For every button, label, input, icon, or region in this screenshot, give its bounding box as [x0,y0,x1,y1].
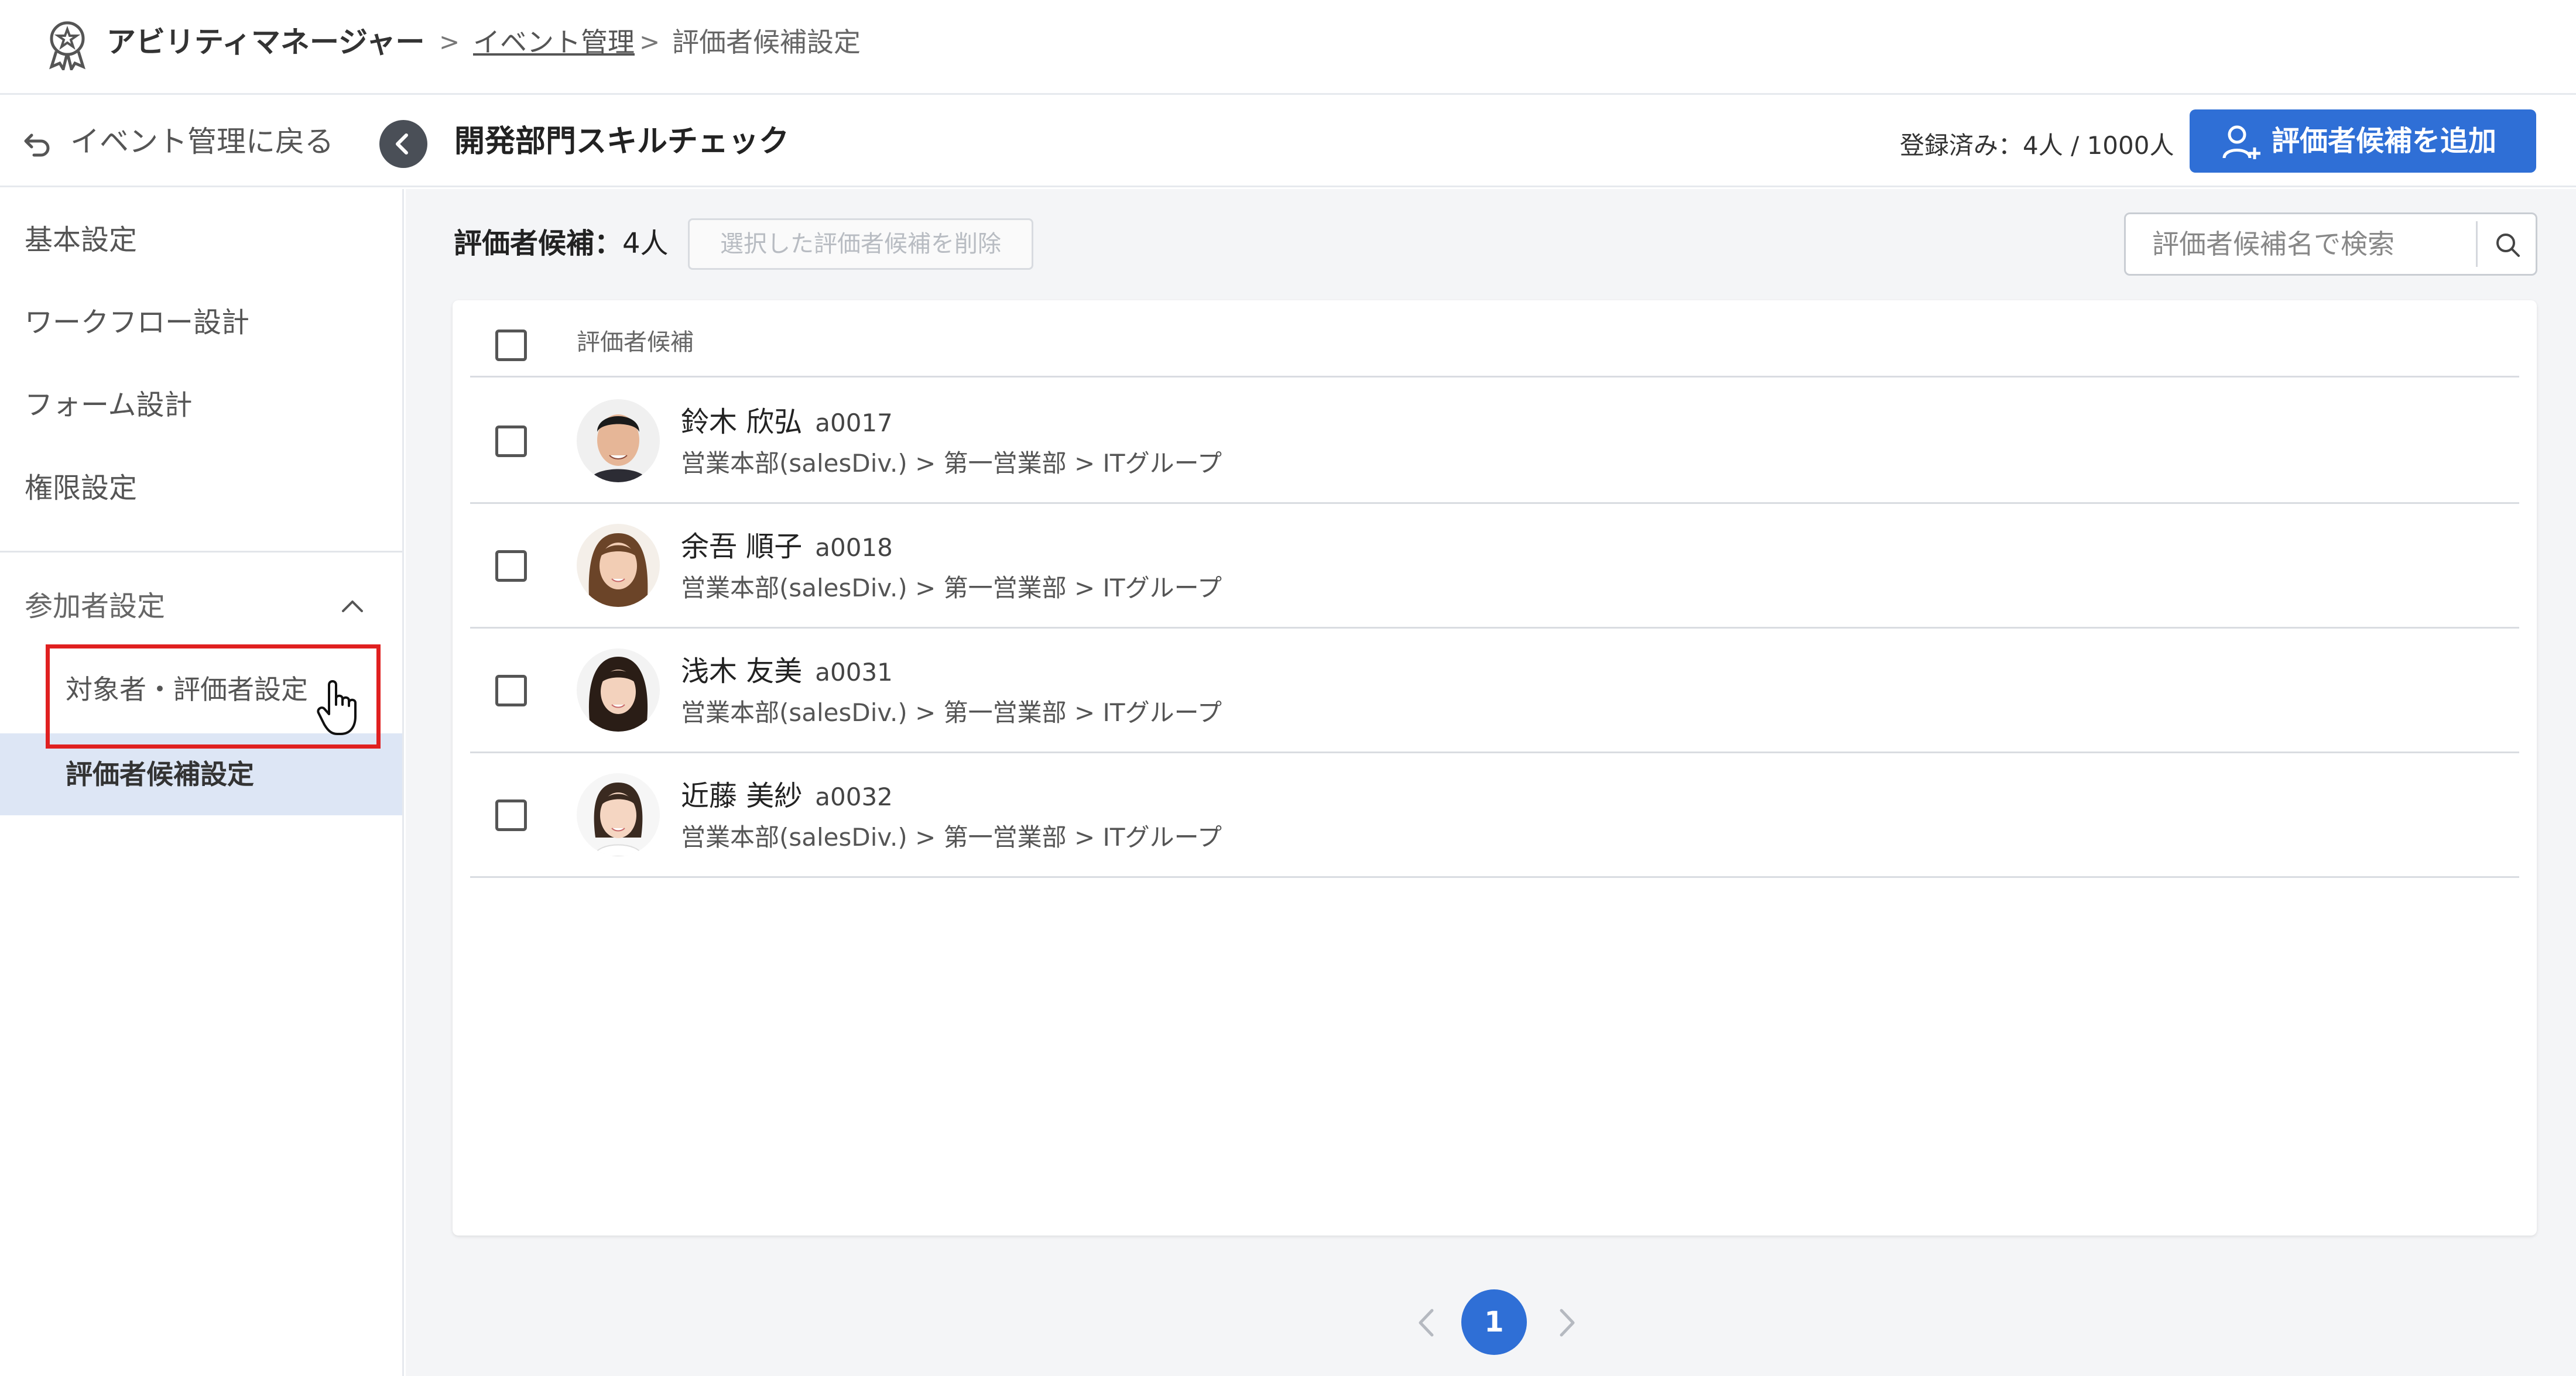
hand-pointer-icon [317,680,357,735]
sidebar-item-workflow-design[interactable]: ワークフロー設計 [25,302,249,343]
table-row: 近藤 美紗 a0032 営業本部(salesDiv.) > 第一営業部 > ITグ… [470,753,2519,878]
table-row: 余吾 順子 a0018 営業本部(salesDiv.) > 第一営業部 > ITグ… [470,504,2519,629]
candidate-table: 評価者候補 鈴木 欣弘 a0017 営業本部(salesDiv.) > 第一営業部… [453,300,2537,1236]
chevron-up-icon[interactable] [340,595,365,618]
search-input[interactable] [2126,214,2477,274]
column-header-candidate: 評価者候補 [577,329,694,356]
candidate-name: 浅木 友美 a0031 [681,655,893,688]
app-name[interactable]: アビリティマネージャー [107,23,425,61]
sidebar-group-participant-settings[interactable]: 参加者設定 [25,586,165,627]
pagination-next-icon[interactable] [1549,1302,1584,1343]
chevron-left-icon [396,133,408,155]
candidate-count: 評価者候補：4人 [454,223,669,264]
row-checkbox[interactable] [495,799,527,831]
candidate-name: 鈴木 欣弘 a0017 [681,406,893,438]
back-link-label: イベント管理に戻る [70,125,334,159]
candidate-department: 営業本部(salesDiv.) > 第一営業部 > ITグループ [681,574,1222,602]
candidate-department: 営業本部(salesDiv.) > 第一営業部 > ITグループ [681,698,1222,727]
event-header: イベント管理に戻る 開発部門スキルチェック 登録済み：4人 / 1000人 評価… [0,97,2576,187]
row-checkbox[interactable] [495,426,527,457]
breadcrumb-event-management[interactable]: イベント管理 [473,23,635,61]
candidate-department: 営業本部(salesDiv.) > 第一営業部 > ITグループ [681,449,1222,478]
candidate-department: 営業本部(salesDiv.) > 第一営業部 > ITグループ [681,823,1222,852]
avatar [577,648,660,732]
candidate-count-value: 4人 [622,227,669,260]
table-row: 浅木 友美 a0031 営業本部(salesDiv.) > 第一営業部 > ITグ… [470,629,2519,753]
sidebar-active-label: 評価者候補設定 [66,759,254,790]
registered-count: 登録済み：4人 / 1000人 [1900,131,2174,160]
candidate-code: a0017 [815,409,893,437]
add-user-icon [2222,125,2260,159]
sidebar-divider [0,551,402,553]
sidebar-item-form-design[interactable]: フォーム設計 [25,385,193,426]
candidate-name: 近藤 美紗 a0032 [681,780,893,812]
avatar [577,399,660,482]
breadcrumb-separator: > [639,28,660,56]
row-checkbox[interactable] [495,675,527,706]
search-icon[interactable] [2493,231,2523,260]
breadcrumb-separator: > [439,28,460,56]
row-checkbox[interactable] [495,550,527,582]
undo-arrow-icon [24,133,50,156]
candidate-code: a0031 [815,658,893,687]
table-row: 鈴木 欣弘 a0017 営業本部(salesDiv.) > 第一営業部 > ITグ… [470,379,2519,504]
add-button-label: 評価者候補を追加 [2272,125,2497,157]
candidate-code: a0032 [815,783,893,811]
sidebar-collapse-button[interactable] [379,120,427,168]
award-badge-icon [49,21,85,70]
delete-selected-button[interactable]: 選択した評価者候補を削除 [688,218,1033,270]
sidebar-item-basic-settings[interactable]: 基本設定 [25,219,137,260]
top-header: アビリティマネージャー > イベント管理 > 評価者候補設定 [0,0,2576,95]
add-evaluator-candidate-button[interactable]: 評価者候補を追加 [2190,109,2536,173]
candidate-count-label: 評価者候補： [454,227,623,260]
pagination-prev-icon[interactable] [1410,1302,1445,1343]
search-box [2124,212,2537,276]
avatar [577,773,660,856]
select-all-checkbox[interactable] [495,330,527,361]
main-content: 評価者候補：4人 選択した評価者候補を削除 評価者候補 鈴木 欣弘a0017 営… [406,189,2576,1376]
sidebar-item-permission-settings[interactable]: 権限設定 [25,468,137,509]
candidate-name: 余吾 順子 a0018 [681,530,893,563]
back-to-event-management-link[interactable]: イベント管理に戻る [23,120,334,163]
avatar [577,524,660,607]
candidate-code: a0018 [815,533,893,562]
pagination-current-page[interactable]: 1 [1461,1289,1527,1355]
event-title: 開発部門スキルチェック [454,124,790,159]
search-divider [2476,221,2478,267]
table-header: 評価者候補 [470,300,2519,378]
breadcrumb-current: 評価者候補設定 [672,26,861,58]
sidebar: 基本設定 ワークフロー設計 フォーム設計 権限設定 参加者設定 対象者・評価者設… [0,189,404,1376]
